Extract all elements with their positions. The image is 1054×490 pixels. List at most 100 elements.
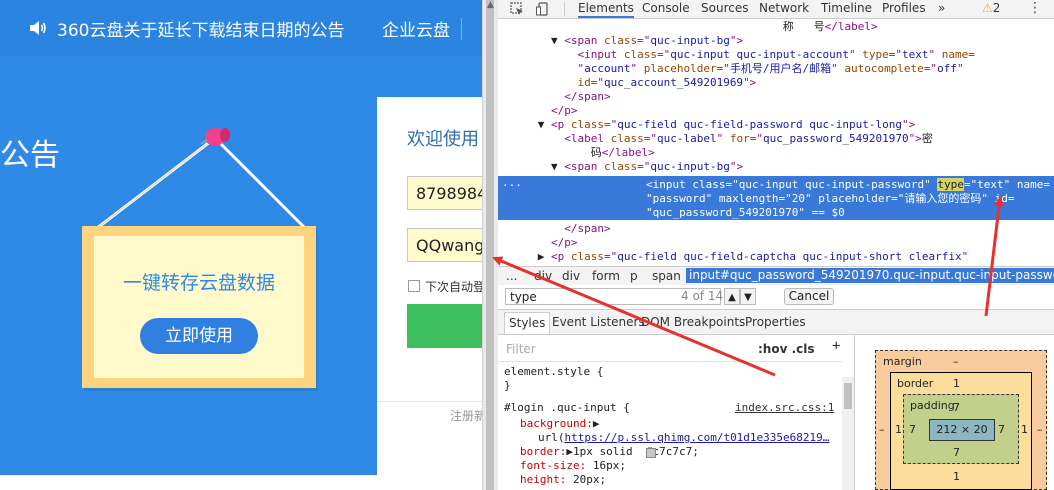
border-left-value[interactable]: 1 xyxy=(895,423,902,436)
dom-line[interactable]: ▼ <span class="quc-input-bg"> xyxy=(498,34,1054,48)
dom-line[interactable]: <label class="quc-label" for="quc_passwo… xyxy=(498,132,1054,146)
dom-line[interactable]: 码</label> xyxy=(498,146,1054,160)
dom-line[interactable]: 称 号</label> xyxy=(498,20,1054,34)
selected-dom-line[interactable]: "quc_password_549201970" == $0 xyxy=(646,206,1054,220)
dom-line[interactable]: id="quc_account_549201969"> xyxy=(498,76,1054,90)
rule-close: } xyxy=(504,379,511,392)
dom-token: " xyxy=(961,250,969,263)
padding-top-value[interactable]: 7 xyxy=(953,401,960,414)
sign-text: 一键转存云盘数据 xyxy=(122,272,275,294)
dom-token: </span> xyxy=(564,222,611,235)
password-field[interactable]: QQwang xyxy=(407,228,482,262)
breadcrumb-item[interactable]: span xyxy=(652,269,681,283)
login-button[interactable] xyxy=(407,304,482,348)
tab-styles[interactable]: Styles xyxy=(504,312,551,334)
padding-bottom-value[interactable]: 7 xyxy=(953,446,960,459)
cancel-button[interactable]: Cancel xyxy=(784,288,834,305)
dom-line[interactable]: </p> xyxy=(498,236,1054,250)
style-property[interactable]: height: 20px; xyxy=(520,473,606,487)
hov-cls-toggle[interactable]: :hov .cls xyxy=(758,342,815,356)
search-next-icon[interactable]: ▼ xyxy=(740,288,756,305)
margin-left-value[interactable]: – xyxy=(879,423,885,436)
selected-node-dots[interactable]: ... xyxy=(502,176,522,190)
styles-filter-input[interactable]: Filter xyxy=(506,342,536,356)
breadcrumb-item[interactable]: form xyxy=(592,269,620,283)
dom-line[interactable]: </p> xyxy=(498,104,1054,118)
dom-line[interactable]: <input class="quc-input quc-input-accoun… xyxy=(498,48,1054,62)
auto-login-checkbox[interactable] xyxy=(408,280,420,292)
tab-network[interactable]: Network xyxy=(759,1,809,15)
scroll-up-icon[interactable]: ▲ xyxy=(487,0,494,10)
expand-triangle-icon[interactable]: ▶ xyxy=(593,417,600,430)
selected-dom-line[interactable]: "password" maxlength="20" placeholder="请… xyxy=(646,192,1054,206)
dom-line[interactable]: ▼ <span class="quc-input-bg"> xyxy=(498,160,1054,174)
border-bottom-value[interactable]: 1 xyxy=(953,470,960,483)
color-swatch[interactable] xyxy=(646,448,656,458)
styles-scrollbar[interactable] xyxy=(842,377,854,490)
tab-elements[interactable]: Elements xyxy=(578,1,634,18)
tab-sources[interactable]: Sources xyxy=(701,1,748,15)
login-panel: 欢迎使用 87989841 QQwang 下次自动登 注册新 xyxy=(377,97,482,475)
more-tabs-icon[interactable]: » xyxy=(938,1,945,15)
border-right-value[interactable]: 1 xyxy=(1021,423,1028,436)
expand-triangle-icon[interactable]: ▶ xyxy=(566,445,573,458)
dom-token: text xyxy=(902,48,929,61)
dom-token: class xyxy=(623,48,657,61)
use-now-button[interactable]: 立即使用 xyxy=(140,318,258,354)
rule-source-link[interactable]: index.src.css:1 xyxy=(735,401,834,414)
breadcrumb-item[interactable]: ... xyxy=(506,269,517,283)
tab-profiles[interactable]: Profiles xyxy=(882,1,926,15)
dom-token: = xyxy=(1043,178,1051,191)
tab-timeline[interactable]: Timeline xyxy=(821,1,872,15)
warning-count: 2 xyxy=(992,1,1001,15)
breadcrumb-selected[interactable]: input#quc_password_549201970.quc-input.q… xyxy=(686,268,1054,283)
dom-line[interactable]: "account" placeholder="手机号/用户名/邮箱" autoc… xyxy=(498,62,1054,76)
tab-event-listeners[interactable]: Event Listeners xyxy=(552,315,645,329)
padding-right-value[interactable]: 7 xyxy=(998,423,1005,436)
dom-token: <p xyxy=(550,250,571,263)
add-rule-icon[interactable]: + xyxy=(832,338,840,354)
dom-token: placeholder xyxy=(818,192,892,205)
warning-badge[interactable]: ⚠2 xyxy=(982,1,1000,15)
dom-token: password xyxy=(652,192,706,205)
style-property[interactable]: border:▶1px solid #c7c7c7; xyxy=(520,445,699,459)
margin-right-value[interactable]: – xyxy=(1037,423,1043,436)
breadcrumb-item[interactable]: div xyxy=(534,269,552,283)
dom-token: 手机号/用户名/邮箱 xyxy=(729,62,832,75)
rule-selector: #login .quc-input { xyxy=(504,401,630,414)
padding-left-value[interactable]: 7 xyxy=(909,423,916,436)
web-page: 360云盘关于延长下载结束日期的公告 企业云盘 公告 一键转存云盘数据 立即使用… xyxy=(0,0,482,475)
dom-token: =" xyxy=(778,192,792,205)
inspect-icon[interactable] xyxy=(510,2,524,16)
dom-token: type xyxy=(937,178,964,191)
dom-line[interactable]: </span> xyxy=(498,90,1054,104)
device-toolbar-icon[interactable] xyxy=(536,2,550,16)
dom-token: <input xyxy=(577,48,624,61)
account-field[interactable]: 87989841 xyxy=(407,176,482,210)
tab-dom-breakpoints[interactable]: DOM Breakpoints xyxy=(641,315,745,329)
tab-console[interactable]: Console xyxy=(642,1,690,15)
indent: ▼ xyxy=(498,160,565,173)
divider xyxy=(377,401,482,402)
register-link[interactable]: 注册新 xyxy=(450,407,482,424)
breadcrumb-item[interactable]: p xyxy=(630,269,638,283)
dom-line[interactable]: ▼ <p class="quc-field quc-field-password… xyxy=(498,118,1054,132)
margin-top-value[interactable]: – xyxy=(953,355,959,368)
scrollbar-thumb[interactable] xyxy=(844,383,852,409)
box-model-content: 212 × 20 xyxy=(929,419,995,441)
tab-properties[interactable]: Properties xyxy=(745,315,806,329)
panel-resize-handle[interactable]: ▲ xyxy=(482,0,498,490)
search-prev-icon[interactable]: ▲ xyxy=(724,288,740,305)
selected-dom-line[interactable]: <input class="quc-input quc-input-passwo… xyxy=(646,178,1054,192)
background-url-link[interactable]: https://p.ssl.qhimg.com/t01d1e335e68219… xyxy=(565,431,830,444)
border-top-value[interactable]: 1 xyxy=(953,377,960,390)
style-property[interactable]: font-size: 16px; xyxy=(520,459,626,473)
dom-line[interactable]: ▶ <p class="quc-field quc-field-captcha … xyxy=(498,250,1054,264)
property-value: 1px solid #c7c7c7; xyxy=(572,445,699,458)
menu-icon[interactable]: ⋮ xyxy=(1028,0,1042,16)
breadcrumb-item[interactable]: div xyxy=(562,269,580,283)
dom-token: for xyxy=(729,132,750,145)
dom-line[interactable]: </span> xyxy=(498,222,1054,236)
scrollbar-thumb[interactable] xyxy=(486,0,494,490)
style-property[interactable]: background:▶ xyxy=(520,417,599,431)
